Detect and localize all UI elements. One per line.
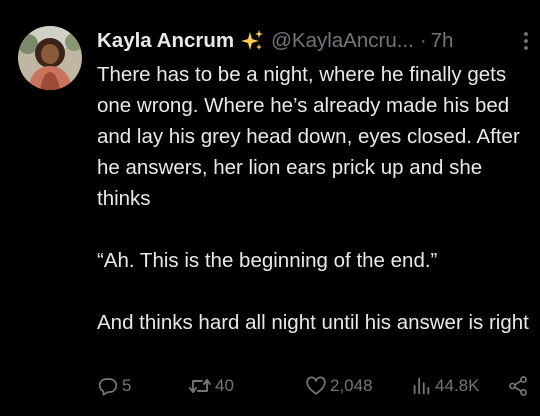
reply-count: 5: [122, 376, 132, 395]
reply-button[interactable]: 5: [97, 370, 131, 402]
like-button[interactable]: 2,048: [305, 370, 373, 402]
more-options-icon[interactable]: [519, 30, 533, 52]
retweet-button[interactable]: 40: [188, 370, 234, 402]
tweet-header: Kayla Ancrum @KaylaAncru... · 7h: [97, 25, 453, 57]
display-name[interactable]: Kayla Ancrum: [97, 25, 234, 57]
share-button[interactable]: [507, 370, 529, 402]
tweet[interactable]: Kayla Ancrum @KaylaAncru... · 7h There h…: [0, 0, 540, 416]
like-count: 2,048: [330, 376, 373, 395]
action-bar: 5 40 2,048 44.8K: [0, 370, 540, 402]
retweet-count: 40: [215, 376, 234, 395]
share-icon: [507, 375, 529, 397]
tweet-paragraph-1: There has to be a night, where he finall…: [97, 63, 520, 210]
retweet-icon: [188, 375, 212, 397]
views-button[interactable]: 44.8K: [410, 370, 479, 402]
tweet-paragraph-2: “Ah. This is the beginning of the end.”: [97, 249, 438, 272]
timestamp[interactable]: 7h: [431, 25, 454, 57]
views-chart-icon: [410, 375, 432, 397]
view-count: 44.8K: [435, 376, 480, 395]
heart-icon: [305, 375, 327, 397]
tweet-text: There has to be a night, where he finall…: [97, 59, 537, 338]
user-handle[interactable]: @KaylaAncru...: [271, 25, 414, 57]
sparkles-icon: [240, 29, 264, 53]
separator-dot: ·: [419, 29, 427, 52]
tweet-paragraph-3: And thinks hard all night until his answ…: [97, 311, 529, 334]
reply-icon: [97, 375, 119, 397]
avatar[interactable]: [18, 26, 82, 90]
